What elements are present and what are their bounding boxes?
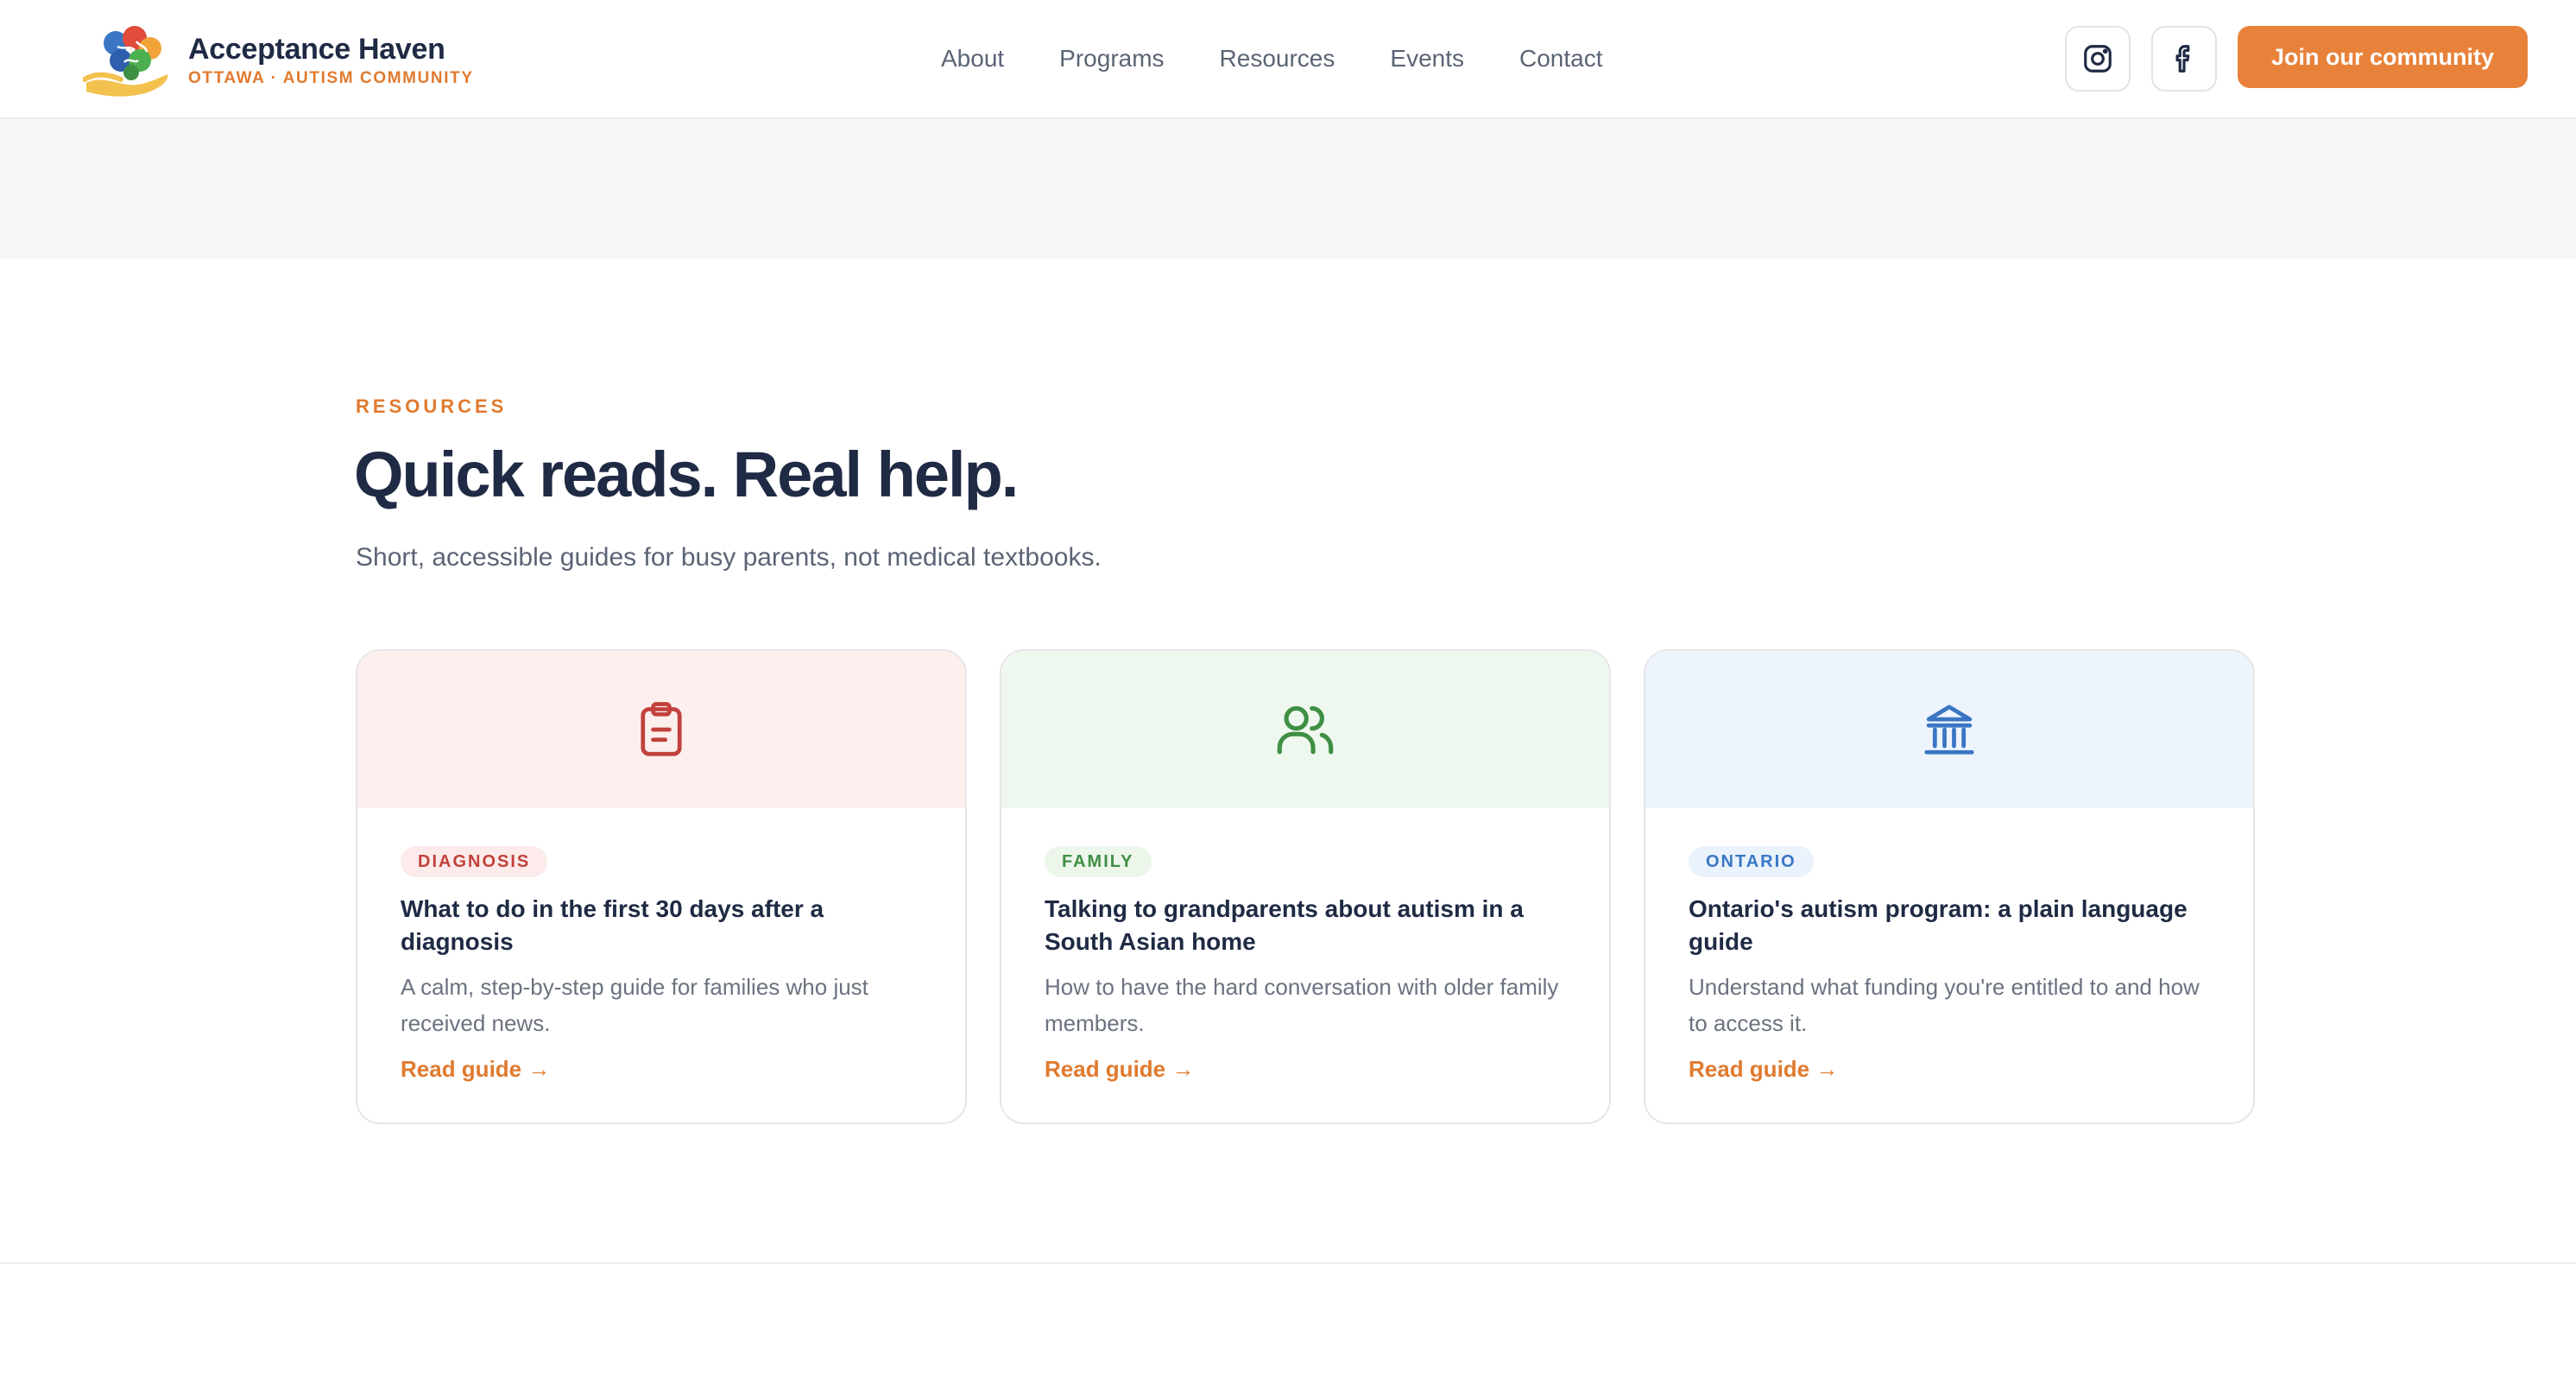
- brand-home-link[interactable]: Acceptance Haven OTTAWA · AUTISM COMMUNI…: [83, 22, 474, 98]
- card-header: [357, 651, 965, 808]
- hero-band: [0, 119, 2576, 259]
- card-tag: DIAGNOSIS: [401, 846, 548, 877]
- instagram-icon: [2084, 45, 2112, 73]
- brand-text: Acceptance Haven OTTAWA · AUTISM COMMUNI…: [188, 32, 474, 89]
- card-header: [1645, 651, 2253, 808]
- facebook-icon: [2175, 45, 2190, 73]
- nav-item-events[interactable]: Events: [1390, 38, 1464, 79]
- nav-item-resources[interactable]: Resources: [1220, 38, 1335, 79]
- section-divider: [0, 1262, 2576, 1264]
- brand-name: Acceptance Haven: [188, 33, 445, 66]
- instagram-button[interactable]: [2065, 26, 2131, 92]
- card-description: How to have the hard conversation with o…: [1045, 974, 1559, 1036]
- read-guide-link[interactable]: Read guide →: [1045, 1053, 1194, 1084]
- card-tag: ONTARIO: [1689, 846, 1814, 877]
- brand-logo-icon: [83, 26, 168, 97]
- card-body: DIAGNOSIS What to do in the first 30 day…: [357, 808, 965, 1084]
- nav-item-programs[interactable]: Programs: [1059, 38, 1164, 79]
- card-title: What to do in the first 30 days after a …: [401, 895, 824, 955]
- card-description: Understand what funding you're entitled …: [1689, 974, 2200, 1036]
- resource-card-ontario[interactable]: ONTARIO Ontario's autism program: a plai…: [1644, 649, 2255, 1124]
- join-community-button[interactable]: Join our community: [2238, 26, 2528, 88]
- read-guide-link[interactable]: Read guide →: [401, 1053, 550, 1084]
- users-icon: [1277, 705, 1334, 755]
- card-body: ONTARIO Ontario's autism program: a plai…: [1645, 808, 2253, 1084]
- section-eyebrow: RESOURCES: [356, 395, 508, 417]
- landmark-icon: [1924, 705, 1974, 755]
- read-guide-link[interactable]: Read guide →: [1689, 1053, 1838, 1084]
- resource-card-diagnosis[interactable]: DIAGNOSIS What to do in the first 30 day…: [356, 649, 967, 1124]
- brand-tagline: OTTAWA · AUTISM COMMUNITY: [188, 69, 474, 87]
- section-subtitle: Short, accessible guides for busy parent…: [356, 543, 1102, 572]
- card-body: FAMILY Talking to grandparents about aut…: [1001, 808, 1609, 1084]
- nav-item-about[interactable]: About: [941, 38, 1004, 79]
- facebook-button[interactable]: [2151, 26, 2217, 92]
- clipboard-icon: [641, 702, 682, 756]
- main-nav: About Programs Resources Events Contact: [941, 38, 1603, 79]
- nav-item-contact[interactable]: Contact: [1519, 38, 1603, 79]
- card-title: Ontario's autism program: a plain langua…: [1689, 895, 2188, 955]
- section-title: Quick reads. Real help.: [354, 439, 1019, 510]
- card-header: [1001, 651, 1609, 808]
- resource-card-family[interactable]: FAMILY Talking to grandparents about aut…: [1000, 649, 1611, 1124]
- card-title: Talking to grandparents about autism in …: [1045, 895, 1524, 955]
- site-header: Acceptance Haven OTTAWA · AUTISM COMMUNI…: [0, 0, 2576, 119]
- card-tag: FAMILY: [1045, 846, 1152, 877]
- card-description: A calm, step-by-step guide for families …: [401, 974, 868, 1036]
